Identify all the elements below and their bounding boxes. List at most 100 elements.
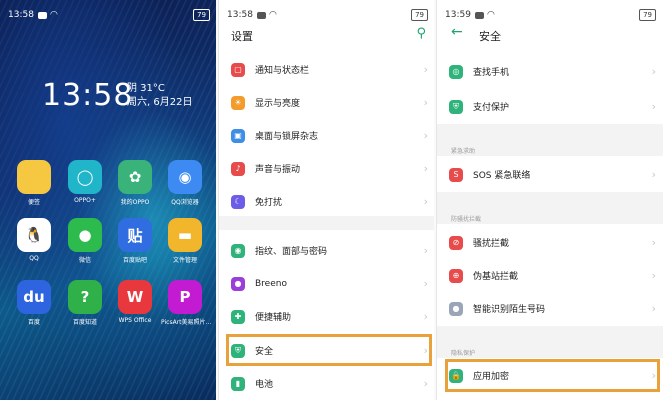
wifi-icon: ◠ [486, 10, 495, 20]
settings-item-label: Breeno [255, 278, 287, 289]
security-item-1[interactable]: ⛨ 支付保护 › [437, 90, 663, 123]
app-icon-1[interactable]: ◯ OPPO+ [61, 160, 109, 204]
settings-item-icon: ☾ [231, 194, 245, 209]
app-icon-9[interactable]: ? 百度知道 [61, 280, 109, 326]
app-glyph-icon: 贴 [118, 218, 152, 252]
security-item-icon: ⊘ [449, 235, 463, 250]
app-glyph-icon: 🐧 [17, 218, 51, 252]
battery-icon: 79 [411, 9, 428, 21]
security-item-4[interactable]: ⊕ 伪基站拦截 › [437, 259, 663, 292]
security-item-icon: ⊕ [449, 268, 463, 283]
app-glyph-icon [17, 160, 51, 194]
settings-item-7[interactable]: ✚ 便捷辅助 › [219, 300, 436, 333]
settings-item-5[interactable]: ◉ 指纹、面部与密码 › [219, 234, 436, 267]
chevron-right-icon: › [651, 269, 656, 282]
chevron-right-icon: › [651, 168, 656, 181]
highlight-box-security [226, 334, 432, 366]
app-icon-6[interactable]: 贴百度贴吧 [111, 218, 159, 264]
security-item-icon: S [449, 167, 463, 182]
status-time: 13:58 [8, 10, 34, 20]
settings-item-label: 显示与亮度 [255, 99, 301, 109]
group-divider [219, 216, 436, 230]
date-text: 周六, 6月22日 [127, 97, 193, 108]
back-arrow-icon[interactable]: ← [451, 24, 463, 40]
app-label: 百度 [27, 319, 40, 326]
app-label: 便签 [27, 199, 40, 206]
app-label: WPS Office [118, 317, 152, 324]
settings-item-1[interactable]: ☀ 显示与亮度 › [219, 86, 436, 119]
security-item-label: 智能识别陌生号码 [473, 305, 546, 315]
settings-item-9[interactable]: ▮ 电池 › [219, 367, 436, 400]
app-label: QQ浏览器 [171, 199, 199, 206]
clock-widget[interactable]: 13:58 [42, 78, 133, 113]
app-label: 我的OPPO [120, 199, 150, 206]
settings-item-icon: ◉ [231, 243, 245, 258]
security-item-label: 支付保护 [473, 103, 510, 113]
security-screen: 13:59 ◠ 79 ← 安全 紧急求助 防骚扰拦截 隐私保护 ◎ 查找手机 › ⛨ 支… [436, 0, 663, 400]
settings-item-2[interactable]: ▣ 桌面与锁屏杂志 › [219, 119, 436, 152]
security-item-label: 伪基站拦截 [473, 272, 519, 282]
settings-item-label: 通知与状态栏 [255, 66, 310, 76]
app-icon-11[interactable]: P PicsArt美易照片... [161, 280, 212, 326]
security-item-0[interactable]: ◎ 查找手机 › [437, 55, 663, 88]
app-icon-3[interactable]: ◉ QQ浏览器 [161, 160, 209, 206]
app-label: QQ [29, 255, 39, 262]
app-glyph-icon: ✿ [118, 160, 152, 194]
app-icon-10[interactable]: W WPS Office [111, 280, 159, 324]
settings-item-label: 免打扰 [255, 198, 283, 208]
app-icon-7[interactable]: ▬ 文件管理 [161, 218, 209, 264]
app-icon-4[interactable]: 🐧 QQ [10, 218, 58, 262]
status-time: 13:59 [445, 10, 471, 20]
settings-item-label: 电池 [255, 380, 274, 390]
chevron-right-icon: › [651, 302, 656, 315]
app-glyph-icon: ● [68, 218, 102, 252]
weather-widget[interactable]: 阴 31°C 周六, 6月22日 [127, 82, 192, 110]
settings-item-3[interactable]: ♪ 声音与振动 › [219, 152, 436, 185]
security-item-5[interactable]: ● 智能识别陌生号码 › [437, 292, 663, 325]
weather-text: 阴 31°C [127, 83, 165, 94]
settings-item-icon: ▢ [231, 62, 245, 77]
app-label: 文件管理 [172, 257, 197, 264]
chevron-right-icon: › [423, 310, 428, 323]
chevron-right-icon: › [423, 244, 428, 257]
highlight-box-app-lock [445, 359, 660, 392]
app-glyph-icon: ◯ [68, 160, 102, 194]
app-icon-0[interactable]: 便签 [10, 160, 58, 206]
section-header-privacy: 隐私保护 [451, 350, 476, 357]
app-glyph-icon: ▬ [168, 218, 202, 252]
app-label: PicsArt美易照片... [161, 319, 212, 326]
settings-screen: 13:58 ◠ 79 设置 ⚲ ▢ 通知与状态栏 › ☀ 显示与亮度 › ▣ 桌面与锁屏杂志 ›… [218, 0, 436, 400]
settings-item-icon: ▮ [231, 376, 245, 391]
settings-item-label: 声音与振动 [255, 165, 301, 175]
security-item-2[interactable]: S SOS 紧急联络 › [437, 158, 663, 191]
app-icon-8[interactable]: du 百度 [10, 280, 58, 326]
settings-item-4[interactable]: ☾ 免打扰 › [219, 185, 436, 218]
app-glyph-icon: ◉ [168, 160, 202, 194]
chevron-right-icon: › [423, 96, 428, 109]
settings-item-icon: ♪ [231, 161, 245, 176]
settings-item-icon: ✚ [231, 309, 245, 324]
chevron-right-icon: › [651, 236, 656, 249]
security-item-label: SOS 紧急联络 [473, 171, 531, 181]
page-title: 安全 [479, 30, 501, 43]
wifi-icon: ◠ [49, 10, 58, 20]
page-title: 设置 [231, 30, 253, 43]
settings-item-label: 便捷辅助 [255, 313, 292, 323]
notification-icon [256, 11, 266, 19]
security-item-3[interactable]: ⊘ 骚扰拦截 › [437, 226, 663, 259]
chevron-right-icon: › [423, 63, 428, 76]
search-icon[interactable]: ⚲ [416, 26, 426, 41]
battery-icon: 79 [639, 9, 656, 21]
chevron-right-icon: › [423, 277, 428, 290]
section-header-harassment: 防骚扰拦截 [451, 216, 482, 223]
security-item-icon: ● [449, 301, 463, 316]
settings-item-6[interactable]: ● Breeno › [219, 267, 436, 300]
status-bar: 13:58 ◠ 79 [8, 8, 210, 22]
chevron-right-icon: › [423, 377, 428, 390]
app-label: 微信 [78, 257, 91, 264]
settings-item-0[interactable]: ▢ 通知与状态栏 › [219, 53, 436, 86]
security-item-icon: ⛨ [449, 99, 463, 114]
app-icon-2[interactable]: ✿ 我的OPPO [111, 160, 159, 206]
app-icon-5[interactable]: ● 微信 [61, 218, 109, 264]
notification-icon [474, 11, 484, 19]
